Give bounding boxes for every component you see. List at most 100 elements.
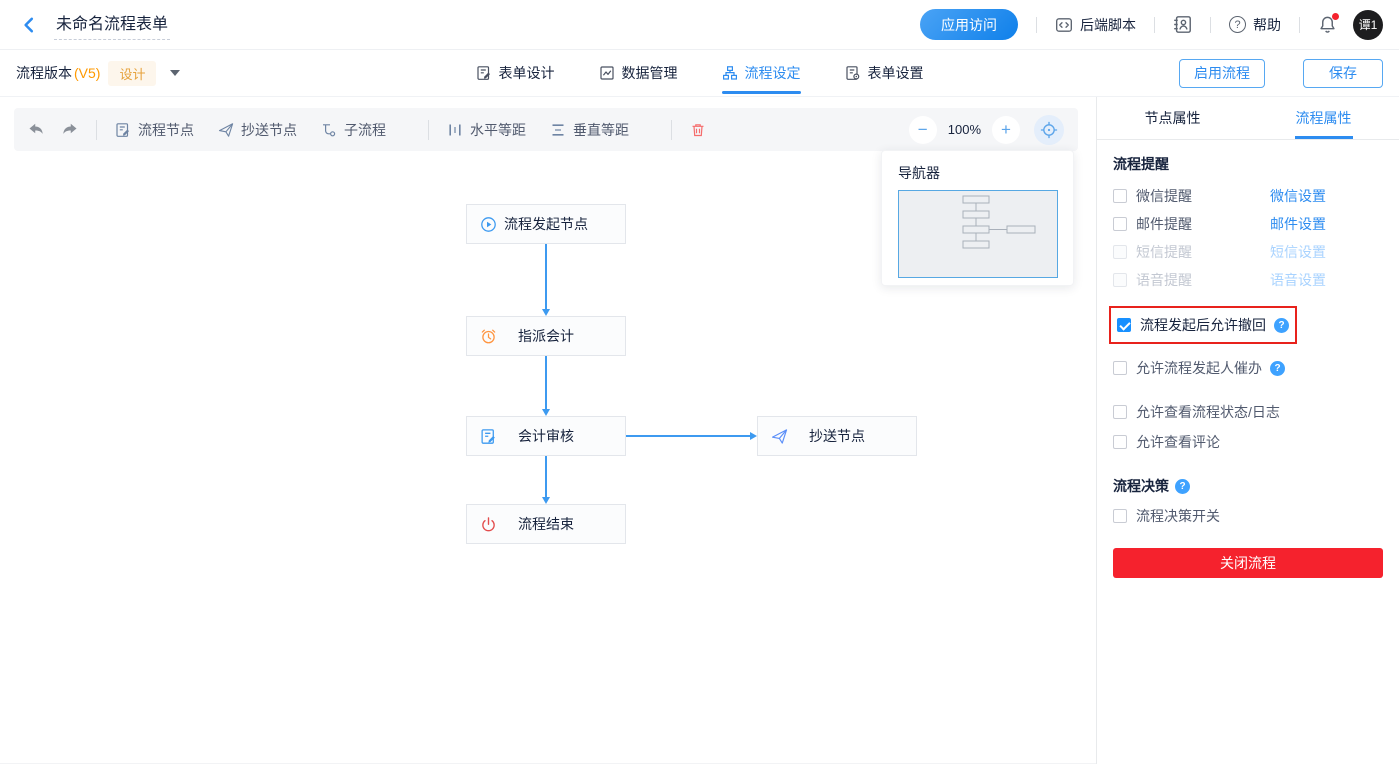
h-spacing-label: 水平等距	[470, 121, 526, 138]
divider	[428, 119, 429, 140]
node-flow-start[interactable]: 流程发起节点	[466, 204, 626, 244]
tab-label: 数据管理	[621, 65, 678, 81]
allow-withdraw-checkbox[interactable]	[1117, 318, 1131, 332]
version-bar: 流程版本 (V5) 设计 表单设计 数据管理 流程设定 表单设置 启用流程 保存	[0, 50, 1399, 97]
node-assign-accountant[interactable]: 指派会计	[466, 316, 626, 356]
undo-icon[interactable]	[28, 121, 45, 138]
zoom-level: 100%	[947, 122, 981, 137]
code-icon	[1055, 16, 1073, 34]
version-number: (V5)	[74, 65, 101, 81]
tab-data-management[interactable]: 数据管理	[599, 50, 678, 96]
decision-switch-checkbox[interactable]	[1113, 509, 1127, 523]
add-subflow-button[interactable]: 子流程	[321, 120, 386, 140]
wechat-reminder-checkbox[interactable]	[1113, 189, 1127, 203]
design-status-badge: 设计	[108, 60, 157, 86]
highlight-red-box: 流程发起后允许撤回	[1109, 306, 1297, 344]
back-icon[interactable]	[20, 16, 38, 34]
allow-view-comments-label: 允许查看评论	[1136, 434, 1220, 450]
tab-form-design[interactable]: 表单设计	[476, 50, 555, 96]
version-dropdown-caret-icon[interactable]	[170, 70, 181, 81]
version-label: 流程版本	[16, 65, 72, 81]
locate-center-icon[interactable]	[1034, 114, 1064, 145]
cc-node-label: 抄送节点	[241, 121, 297, 138]
vertical-spacing-icon	[550, 122, 566, 138]
tab-label: 流程设定	[744, 65, 801, 81]
divider	[96, 119, 97, 140]
zoom-in-button[interactable]	[992, 115, 1020, 144]
help-circle-icon[interactable]	[1274, 317, 1289, 333]
doc-gear-icon	[845, 65, 861, 81]
notification-bell-icon[interactable]	[1318, 13, 1339, 34]
backend-script-button[interactable]: 后端脚本	[1055, 15, 1136, 35]
zoom-out-button[interactable]	[908, 115, 937, 144]
close-flow-button[interactable]: 关闭流程	[1113, 548, 1383, 578]
allow-withdraw-row: 流程发起后允许撤回	[1117, 317, 1289, 333]
tab-label: 表单设置	[867, 65, 924, 81]
allow-view-status-checkbox[interactable]	[1113, 405, 1127, 419]
wechat-reminder-label: 微信提醒	[1136, 188, 1192, 204]
help-circle-icon[interactable]	[1270, 360, 1285, 376]
flow-canvas[interactable]: 流程节点 抄送节点 子流程 水平等距 垂直等距 − 100% + 导航器 流程发…	[0, 97, 1096, 764]
voice-settings-link: 语音设置	[1270, 272, 1326, 288]
node-label: 流程结束	[518, 516, 574, 532]
tab-flow-setting[interactable]: 流程设定	[721, 50, 801, 96]
flow-connector	[542, 244, 550, 316]
sms-reminder-label: 短信提醒	[1136, 244, 1192, 260]
add-cc-node-button[interactable]: 抄送节点	[218, 120, 297, 140]
help-button[interactable]: 帮助	[1229, 15, 1281, 35]
node-cc[interactable]: 抄送节点	[757, 416, 917, 456]
flow-toolbar: 流程节点 抄送节点 子流程 水平等距 垂直等距 − 100% +	[14, 108, 1078, 151]
decision-switch-label: 流程决策开关	[1136, 508, 1220, 524]
enable-flow-button[interactable]: 启用流程	[1179, 58, 1265, 88]
doc-edit-icon	[115, 122, 131, 138]
navigator-title: 导航器	[898, 165, 940, 181]
vertical-spacing-button[interactable]: 垂直等距	[550, 120, 629, 140]
allow-view-status-label: 允许查看流程状态/日志	[1136, 404, 1280, 420]
doc-edit-icon	[476, 65, 492, 81]
node-label: 抄送节点	[809, 428, 865, 444]
add-flow-node-button[interactable]: 流程节点	[115, 120, 194, 140]
play-circle-icon	[480, 216, 497, 233]
save-button[interactable]: 保存	[1303, 58, 1383, 88]
help-circle-icon[interactable]	[1175, 478, 1190, 494]
horizontal-spacing-icon	[447, 122, 463, 138]
allow-view-status-row: 允许查看流程状态/日志	[1113, 398, 1383, 426]
app-access-button[interactable]: 应用访问	[920, 9, 1018, 40]
redo-icon[interactable]	[61, 121, 78, 138]
email-reminder-checkbox[interactable]	[1113, 217, 1127, 231]
wechat-reminder-row: 微信提醒 微信设置	[1113, 182, 1383, 210]
allow-urge-checkbox[interactable]	[1113, 361, 1127, 375]
avatar[interactable]: 谭1	[1353, 9, 1383, 40]
allow-view-comments-checkbox[interactable]	[1113, 435, 1127, 449]
tab-form-setting[interactable]: 表单设置	[845, 50, 924, 96]
allow-urge-row: 允许流程发起人催办	[1113, 354, 1383, 382]
tab-flow-properties[interactable]: 流程属性	[1248, 97, 1399, 139]
sitemap-icon	[722, 65, 738, 81]
navigator-minimap[interactable]	[898, 190, 1058, 278]
email-settings-link[interactable]: 邮件设置	[1270, 214, 1326, 234]
wechat-settings-link[interactable]: 微信设置	[1270, 186, 1326, 206]
flow-connector	[542, 456, 550, 504]
node-flow-end[interactable]: 流程结束	[466, 504, 626, 544]
divider	[671, 119, 672, 140]
flow-node-label: 流程节点	[138, 121, 194, 138]
help-label: 帮助	[1253, 16, 1281, 33]
tab-node-properties[interactable]: 节点属性	[1097, 97, 1248, 139]
contacts-icon[interactable]	[1173, 15, 1192, 34]
horizontal-spacing-button[interactable]: 水平等距	[447, 120, 526, 140]
divider	[1154, 16, 1155, 33]
doc-edit-icon	[480, 428, 497, 445]
subflow-label: 子流程	[344, 121, 386, 138]
flow-connector	[626, 432, 757, 440]
node-accountant-review[interactable]: 会计审核	[466, 416, 626, 456]
delete-icon[interactable]	[690, 122, 706, 138]
subflow-icon	[321, 122, 337, 138]
decision-title-label: 流程决策	[1113, 478, 1169, 494]
notification-dot	[1332, 13, 1339, 20]
node-label: 会计审核	[518, 428, 574, 444]
divider	[1210, 16, 1211, 33]
node-label: 指派会计	[518, 328, 574, 344]
voice-reminder-label: 语音提醒	[1136, 272, 1192, 288]
page-title[interactable]: 未命名流程表单	[54, 10, 171, 40]
node-label: 流程发起节点	[504, 216, 588, 232]
